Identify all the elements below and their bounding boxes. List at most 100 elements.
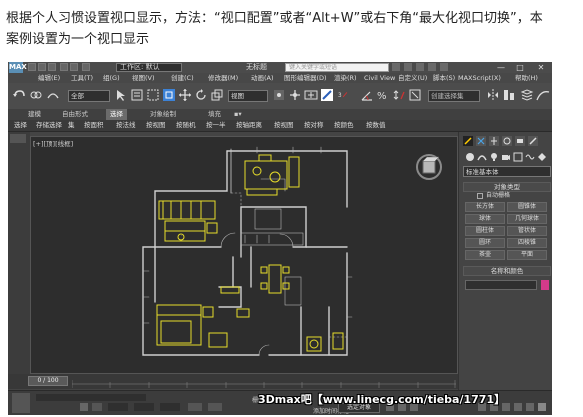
workspace-dropdown[interactable]: 工作区: 默认 — [116, 63, 182, 72]
viewport-layout-tab[interactable] — [10, 134, 26, 143]
menu-maxscript[interactable]: MAXScript(X) — [458, 73, 501, 83]
sub-by-view[interactable]: 按视图 — [146, 120, 166, 131]
cone-button[interactable]: 圆锥体 — [507, 202, 547, 212]
sub-by-numeric[interactable]: 按数值 — [366, 120, 386, 131]
rectangular-selection-icon[interactable] — [146, 88, 160, 102]
maximize-button[interactable]: □ — [513, 62, 527, 73]
set-key-icon[interactable] — [208, 403, 222, 411]
menu-views[interactable]: 视图(V) — [132, 73, 155, 83]
close-button[interactable]: ✕ — [534, 62, 548, 73]
hierarchy-tab-icon[interactable] — [489, 136, 499, 146]
top-viewport[interactable]: [+][顶][线框] · — [30, 136, 458, 374]
select-and-scale-icon[interactable] — [210, 88, 224, 102]
sub-by-half[interactable]: 按一半 — [206, 120, 226, 131]
timeline-ruler[interactable] — [72, 374, 456, 389]
spacewarps-icon[interactable] — [525, 152, 535, 162]
sub-by-normal[interactable]: 按法线 — [116, 120, 136, 131]
sub-by-area[interactable]: 按面积 — [84, 120, 104, 131]
y-coordinate-field[interactable] — [134, 403, 154, 411]
ribbon-tab-freeform[interactable]: 自由形式 — [62, 109, 88, 120]
ribbon-options-icon[interactable]: ▪▾ — [234, 109, 242, 120]
window-crossing-icon[interactable] — [162, 88, 176, 102]
maxscript-listener-icon[interactable] — [12, 393, 30, 413]
search-input[interactable]: 键入关键字或短语 — [285, 63, 389, 72]
menu-customize[interactable]: 自定义(U) — [398, 73, 427, 83]
auto-key-icon[interactable] — [188, 403, 202, 411]
angle-snap-icon[interactable] — [360, 88, 374, 102]
favorites-icon[interactable] — [416, 63, 424, 71]
torus-button[interactable]: 圆环 — [465, 238, 505, 248]
sub-by-pivot-distance[interactable]: 按轴距离 — [236, 120, 262, 131]
named-selection-set-dropdown[interactable]: 创建选择集 — [428, 90, 480, 102]
snaps-toggle-icon[interactable] — [320, 88, 334, 102]
new-file-icon[interactable] — [28, 63, 36, 71]
app-logo[interactable]: MAX — [9, 62, 27, 73]
bind-spacewarp-icon[interactable] — [46, 88, 60, 102]
pyramid-button[interactable]: 四棱锥 — [507, 238, 547, 248]
viewcube-icon[interactable] — [416, 154, 442, 180]
sphere-button[interactable]: 球体 — [465, 214, 505, 224]
snap-3d-icon[interactable]: 3 — [338, 88, 352, 102]
systems-icon[interactable] — [537, 152, 547, 162]
menu-graph-editors[interactable]: 图形编辑器(D) — [284, 73, 327, 83]
select-by-name-icon[interactable] — [130, 88, 144, 102]
object-color-swatch[interactable] — [541, 280, 549, 290]
layer-explorer-icon[interactable] — [520, 88, 534, 102]
community-icon[interactable] — [404, 63, 412, 71]
pivot-center-icon[interactable] — [272, 88, 286, 102]
geometry-type-dropdown[interactable]: 标准基本体 — [463, 166, 551, 177]
spinner-snap-icon[interactable] — [392, 88, 406, 102]
sub-by-symmetry[interactable]: 按对称 — [304, 120, 324, 131]
sub-by-color[interactable]: 按颜色 — [334, 120, 354, 131]
reference-coordinate-dropdown[interactable]: 视图 — [228, 90, 268, 102]
select-object-icon[interactable] — [114, 88, 128, 102]
pan-view-icon[interactable] — [514, 403, 522, 411]
redo-icon[interactable] — [70, 63, 78, 71]
geometry-icon[interactable] — [465, 152, 475, 162]
tube-button[interactable]: 管状体 — [507, 226, 547, 236]
menu-help[interactable]: 帮助(H) — [515, 73, 538, 83]
modify-tab-icon[interactable] — [476, 136, 486, 146]
keyboard-shortcut-icon[interactable] — [304, 88, 318, 102]
select-and-rotate-icon[interactable] — [194, 88, 208, 102]
sub-store-selection[interactable]: 存储选择 — [36, 120, 62, 131]
ribbon-tab-populate[interactable]: 填充 — [208, 109, 221, 120]
project-folder-icon[interactable] — [82, 63, 90, 71]
mirror-icon[interactable] — [486, 88, 500, 102]
ribbon-tab-object-paint[interactable]: 对象绘制 — [150, 109, 176, 120]
plane-button[interactable]: 平面 — [507, 250, 547, 260]
maximize-viewport-toggle-icon[interactable] — [538, 403, 546, 411]
undo-icon[interactable] — [60, 63, 68, 71]
display-tab-icon[interactable] — [515, 136, 525, 146]
lock-selection-icon[interactable] — [80, 403, 88, 411]
search-icon[interactable] — [392, 63, 400, 71]
ribbon-tab-modeling[interactable]: 建模 — [28, 109, 41, 120]
minimize-button[interactable]: — — [494, 62, 508, 73]
open-file-icon[interactable] — [38, 63, 46, 71]
edit-named-selection-icon[interactable] — [408, 88, 422, 102]
undo-tool-icon[interactable] — [12, 88, 26, 102]
cylinder-button[interactable]: 圆柱体 — [465, 226, 505, 236]
curve-editor-icon[interactable] — [536, 88, 550, 102]
menu-edit[interactable]: 编辑(E) — [38, 73, 60, 83]
menu-animation[interactable]: 动画(A) — [251, 73, 274, 83]
helpers-icon[interactable] — [513, 152, 523, 162]
x-coordinate-field[interactable] — [108, 403, 128, 411]
viewport-label[interactable]: [+][顶][线框] — [33, 138, 73, 148]
shapes-icon[interactable] — [477, 152, 487, 162]
help-icon[interactable] — [440, 63, 448, 71]
ribbon-tab-selection[interactable]: 选择 — [106, 109, 127, 120]
z-coordinate-field[interactable] — [160, 403, 180, 411]
object-name-input[interactable] — [465, 280, 537, 290]
lights-icon[interactable] — [489, 152, 499, 162]
autogrid-checkbox[interactable] — [477, 193, 483, 199]
align-icon[interactable] — [502, 88, 516, 102]
name-and-color-rollout[interactable]: 名称和颜色 — [463, 266, 551, 276]
selection-filter-dropdown[interactable]: 全部 — [68, 90, 110, 102]
select-and-manipulate-icon[interactable] — [288, 88, 302, 102]
sub-by-random[interactable]: 按随机 — [176, 120, 196, 131]
motion-tab-icon[interactable] — [502, 136, 512, 146]
save-file-icon[interactable] — [48, 63, 56, 71]
geosphere-button[interactable]: 几何球体 — [507, 214, 547, 224]
menu-rendering[interactable]: 渲染(R) — [334, 73, 357, 83]
